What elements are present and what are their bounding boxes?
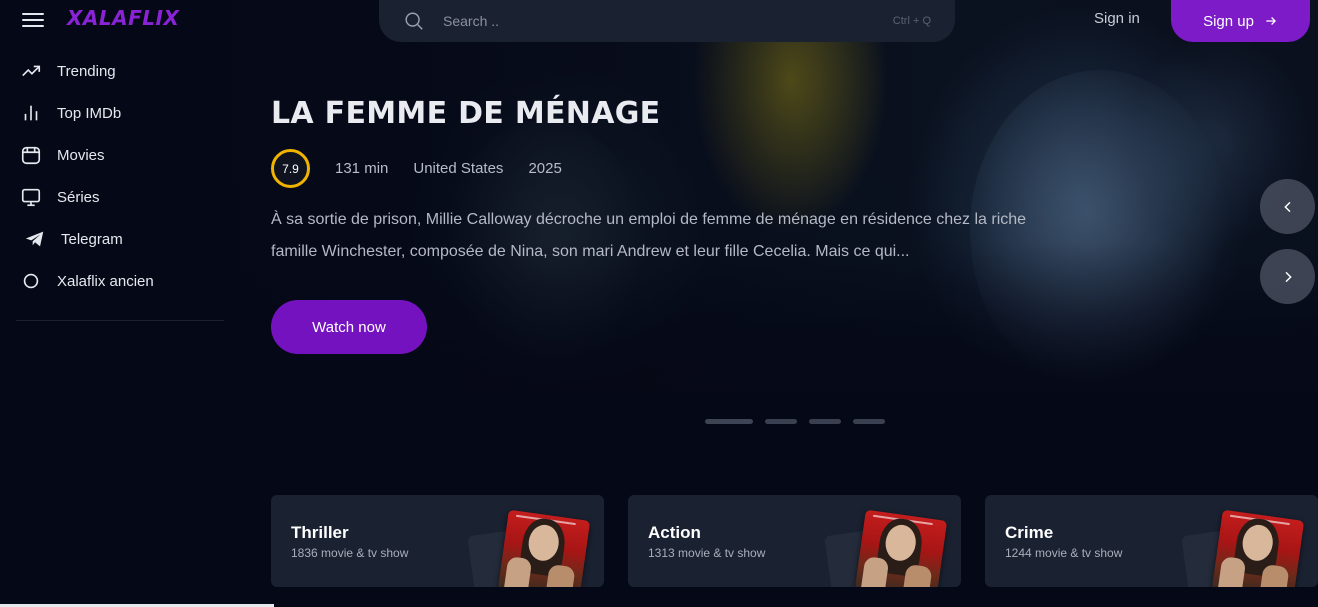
genre-card-crime[interactable]: Crime 1244 movie & tv show <box>985 495 1318 587</box>
sign-in-link[interactable]: Sign in <box>1094 10 1140 27</box>
sidebar-item-label: Movies <box>57 146 105 164</box>
sidebar-item-label: Top IMDb <box>57 104 122 122</box>
sidebar-item-trending[interactable]: Trending <box>0 50 225 92</box>
carousel-indicators <box>705 419 885 424</box>
sidebar-item-top-imdb[interactable]: Top IMDb <box>0 92 225 134</box>
arrow-right-icon <box>1266 17 1276 25</box>
search-icon <box>405 12 423 30</box>
sidebar-item-xalaflix-ancien[interactable]: Xalaflix ancien <box>0 260 225 302</box>
search-input[interactable] <box>443 13 893 29</box>
carousel-dot[interactable] <box>765 419 797 424</box>
carousel-prev-button[interactable] <box>1260 179 1315 234</box>
carousel-dot[interactable] <box>705 419 753 424</box>
watch-now-button[interactable]: Watch now <box>271 300 427 354</box>
trending-icon <box>22 65 41 77</box>
genre-poster-image <box>497 509 591 587</box>
bar-chart-icon <box>24 105 38 121</box>
telegram-icon <box>25 231 44 247</box>
genre-name: Action <box>648 523 701 542</box>
circle-icon <box>23 273 39 289</box>
sign-up-label: Sign up <box>1203 12 1254 30</box>
sidebar-divider <box>16 320 224 321</box>
hero-duration: 131 min <box>335 160 389 177</box>
sidebar-item-label: Trending <box>57 62 116 80</box>
sidebar: Trending Top IMDb Movies Séries Telegram… <box>0 50 225 321</box>
sidebar-item-telegram[interactable]: Telegram <box>0 218 225 260</box>
hero-title: LA FEMME DE MÉNAGE <box>271 96 661 131</box>
hero-year: 2025 <box>528 160 562 177</box>
genre-poster-image <box>1211 509 1305 587</box>
sidebar-item-movies[interactable]: Movies <box>0 134 225 176</box>
genre-name: Crime <box>1005 523 1054 542</box>
hero-country: United States <box>413 160 504 177</box>
search-bar[interactable]: Ctrl + Q <box>379 0 955 42</box>
search-shortcut: Ctrl + Q <box>892 15 931 27</box>
hero-meta: 7.9 131 min United States 2025 <box>271 149 562 188</box>
carousel-dot[interactable] <box>853 419 885 424</box>
genre-card-thriller[interactable]: Thriller 1836 movie & tv show <box>271 495 604 587</box>
chevron-right-icon <box>1284 271 1292 282</box>
rating-badge: 7.9 <box>271 149 310 188</box>
genre-count: 1836 movie & tv show <box>291 546 409 560</box>
film-icon <box>21 146 41 165</box>
monitor-icon <box>21 188 41 207</box>
sidebar-item-label: Xalaflix ancien <box>57 272 154 290</box>
sign-up-button[interactable]: Sign up <box>1171 0 1310 42</box>
genre-card-action[interactable]: Action 1313 movie & tv show <box>628 495 961 587</box>
sidebar-item-label: Séries <box>57 188 100 206</box>
hero-description: À sa sortie de prison, Millie Calloway d… <box>271 211 1027 260</box>
carousel-next-button[interactable] <box>1260 249 1315 304</box>
genre-count: 1244 movie & tv show <box>1005 546 1123 560</box>
genre-poster-image <box>854 509 948 587</box>
logo[interactable]: XALAFLIX <box>67 6 179 30</box>
sidebar-item-series[interactable]: Séries <box>0 176 225 218</box>
carousel-dot[interactable] <box>809 419 841 424</box>
sidebar-item-label: Telegram <box>61 230 123 248</box>
chevron-left-icon <box>1283 201 1291 212</box>
hamburger-menu-icon[interactable] <box>22 10 44 28</box>
genre-count: 1313 movie & tv show <box>648 546 766 560</box>
genre-name: Thriller <box>291 523 349 542</box>
